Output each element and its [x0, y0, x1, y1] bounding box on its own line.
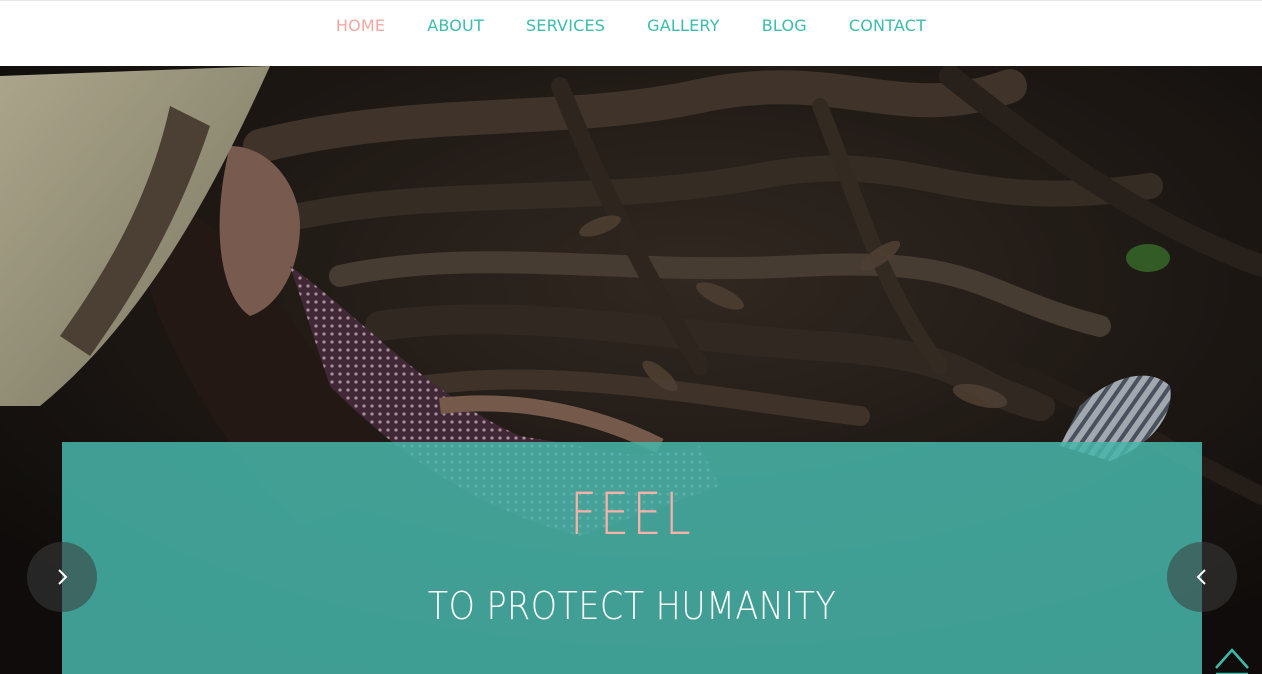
menu-item-about: ABOUT — [427, 14, 484, 37]
nav-link-home[interactable]: HOME — [336, 14, 385, 37]
previous-slide-button[interactable] — [1167, 542, 1237, 612]
slide-subtitle: TO PROTECT HUMANITY — [427, 584, 837, 628]
main-menu: HOME ABOUT SERVICES GALLERY BLOG CONTACT — [0, 14, 1262, 37]
hero-slider: FEEL TO PROTECT HUMANITY — [0, 66, 1262, 674]
nav-link-services[interactable]: SERVICES — [526, 14, 605, 37]
chevron-right-icon — [58, 569, 68, 585]
top-navigation: HOME ABOUT SERVICES GALLERY BLOG CONTACT — [0, 0, 1262, 66]
menu-item-home: HOME — [336, 14, 385, 37]
menu-item-gallery: GALLERY — [647, 14, 720, 37]
slide-title: FEEL — [570, 480, 694, 548]
nav-link-gallery[interactable]: GALLERY — [647, 14, 720, 37]
scroll-to-top-button[interactable] — [1212, 638, 1252, 674]
nav-link-about[interactable]: ABOUT — [427, 14, 484, 37]
chevron-up-icon — [1215, 648, 1249, 674]
menu-item-blog: BLOG — [762, 14, 807, 37]
slide-caption: FEEL TO PROTECT HUMANITY — [62, 442, 1202, 674]
nav-link-contact[interactable]: CONTACT — [849, 14, 926, 37]
menu-item-contact: CONTACT — [849, 14, 926, 37]
menu-item-services: SERVICES — [526, 14, 605, 37]
chevron-left-icon — [1196, 569, 1206, 585]
next-slide-button[interactable] — [27, 542, 97, 612]
nav-link-blog[interactable]: BLOG — [762, 14, 807, 37]
